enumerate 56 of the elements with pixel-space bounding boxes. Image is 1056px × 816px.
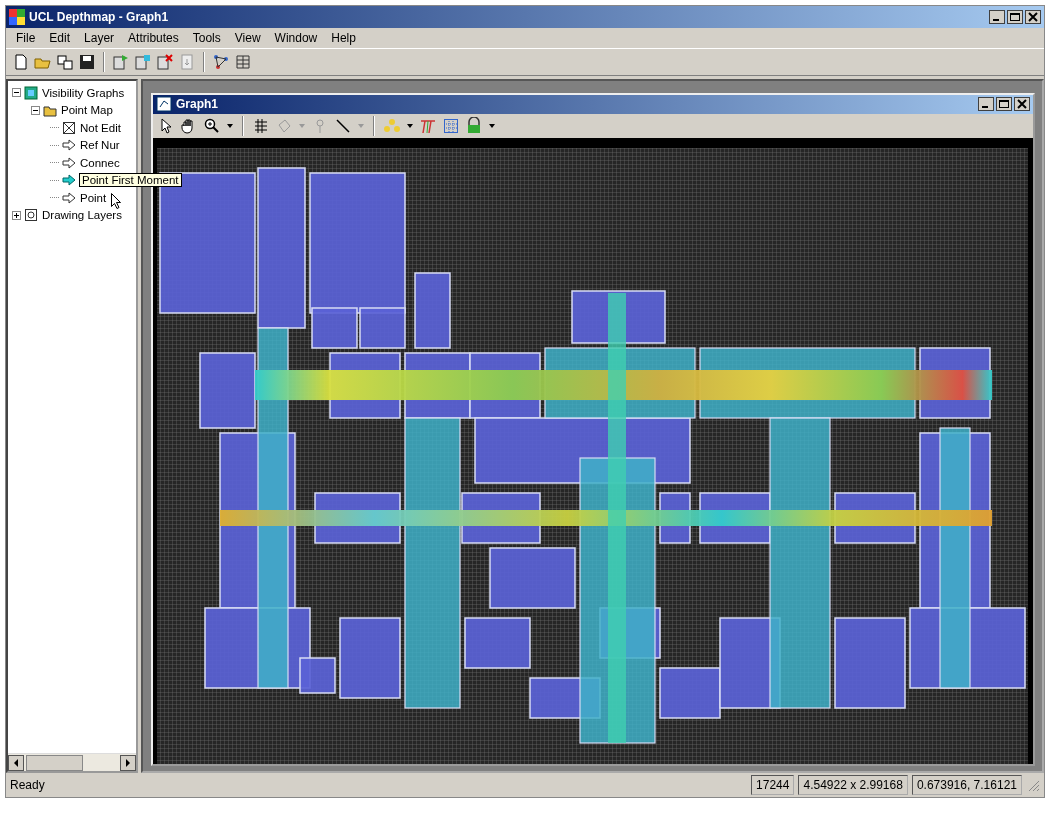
minimize-icon[interactable] xyxy=(978,97,994,112)
edit-layer-icon[interactable] xyxy=(134,53,152,71)
menu-item[interactable]: Attributes xyxy=(122,29,185,47)
mouse-cursor-icon xyxy=(111,192,123,209)
add-layer-icon[interactable] xyxy=(112,53,130,71)
minimize-icon[interactable] xyxy=(989,10,1005,24)
status-pane: 0.673916, 7.16121 xyxy=(911,775,1022,795)
scrollbar-thumb[interactable] xyxy=(26,754,83,771)
status-pane: 17244 xyxy=(751,775,795,795)
status-message: Ready xyxy=(10,778,46,792)
grid-dots-icon[interactable] xyxy=(442,116,460,135)
save-icon[interactable] xyxy=(78,53,96,71)
maximize-icon[interactable] xyxy=(996,97,1012,112)
menu-item[interactable]: Window xyxy=(268,29,324,47)
tooltip: Point First Moment xyxy=(79,173,182,188)
maximize-icon[interactable] xyxy=(1007,10,1023,24)
scroll-left-icon[interactable] xyxy=(8,754,24,771)
tree-item[interactable]: Connec xyxy=(79,156,121,169)
expander-icon[interactable] xyxy=(12,210,21,220)
close-icon[interactable] xyxy=(1014,97,1030,112)
padlock-icon[interactable] xyxy=(465,116,483,135)
window-title: Graph1 xyxy=(176,97,219,112)
tree-item[interactable]: Ref Nur xyxy=(79,139,121,152)
tree-item[interactable]: Drawing Layers xyxy=(41,209,123,222)
point-map-icon xyxy=(43,103,57,118)
expander-icon[interactable] xyxy=(31,105,40,115)
app-logo-icon xyxy=(9,9,25,25)
line-icon[interactable] xyxy=(334,116,352,135)
window-title: UCL Depthmap - Graph1 xyxy=(29,10,170,24)
scroll-right-icon[interactable] xyxy=(120,754,136,771)
horizontal-scrollbar[interactable] xyxy=(8,753,136,771)
menu-item[interactable]: Edit xyxy=(43,29,77,47)
document-icon xyxy=(156,96,172,113)
status-pane: 4.54922 x 2.99168 xyxy=(798,775,908,795)
grid-icon[interactable] xyxy=(252,116,270,135)
tree-item[interactable]: Visibility Graphs xyxy=(41,86,126,99)
delete-layer-icon[interactable] xyxy=(156,53,174,71)
zoom-icon[interactable] xyxy=(203,116,221,135)
menu-item[interactable]: Help xyxy=(325,29,362,47)
menu-item[interactable]: Layer xyxy=(78,29,121,47)
resize-grip-icon[interactable] xyxy=(1026,778,1040,792)
graph-nodes-icon[interactable] xyxy=(212,53,230,71)
room xyxy=(464,617,531,669)
graph-layer-icon xyxy=(24,85,38,100)
menu-item[interactable]: File xyxy=(10,29,42,47)
table-icon[interactable] xyxy=(234,53,252,71)
new-document-icon[interactable] xyxy=(12,53,30,71)
menu-item[interactable]: Tools xyxy=(186,29,227,47)
nodes-icon[interactable] xyxy=(383,116,401,135)
close-icon[interactable] xyxy=(1025,10,1041,24)
tree-item[interactable]: Point Map xyxy=(60,104,114,117)
drawing-layer-icon xyxy=(24,208,38,223)
expander-icon[interactable] xyxy=(12,88,21,98)
tree-item[interactable]: Point xyxy=(79,191,108,204)
tree-item[interactable]: Not Edit xyxy=(79,121,122,134)
menu-item[interactable]: View xyxy=(228,29,267,47)
